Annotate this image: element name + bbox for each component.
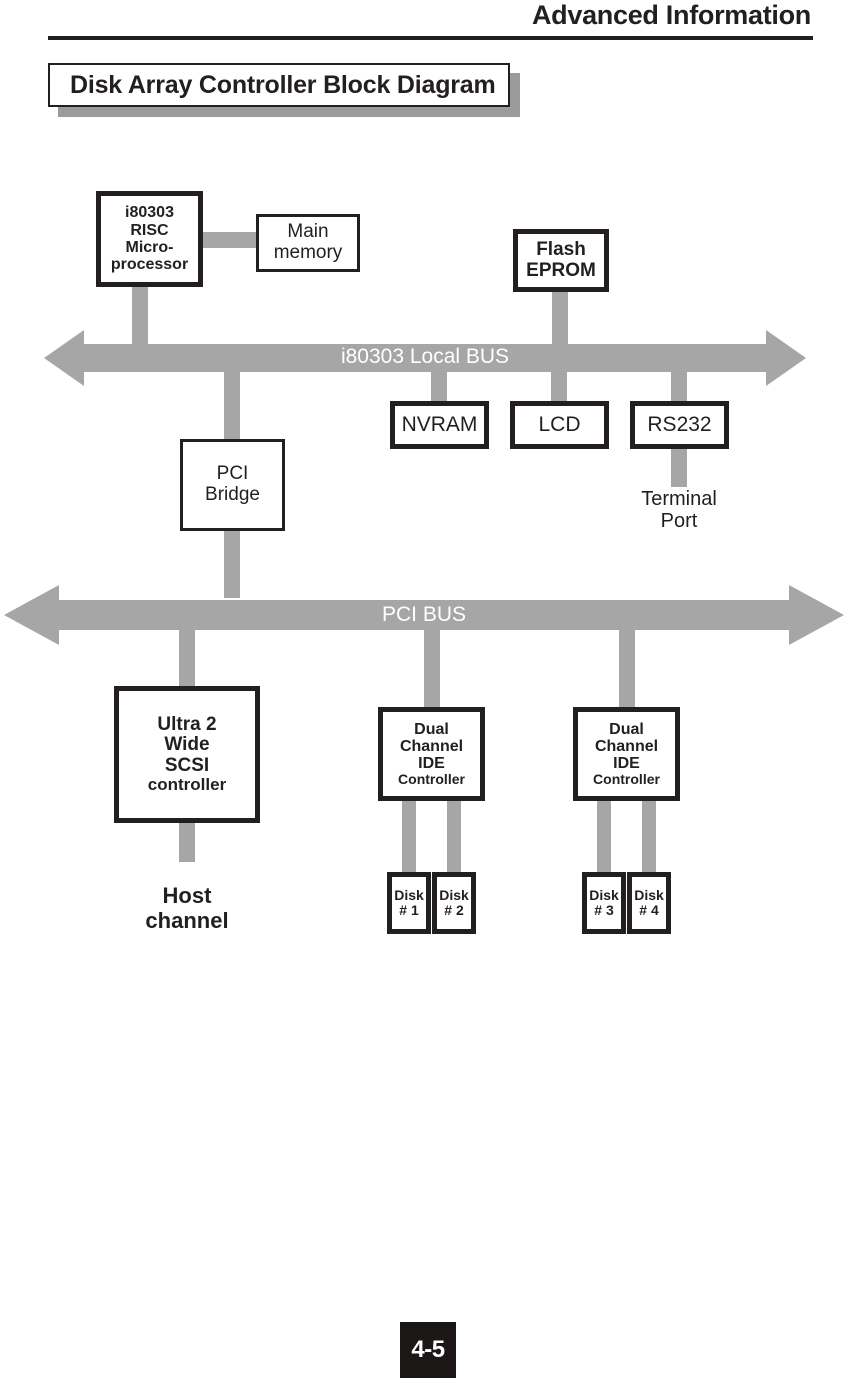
- connector-rs232-to-terminal-port: [671, 449, 687, 487]
- disk3-line-1: Disk: [589, 886, 619, 903]
- nvram-label: NVRAM: [401, 412, 478, 436]
- connector-scsi-controller-to-host-channel: [179, 822, 195, 862]
- disk1-line-2: # 1: [399, 902, 419, 918]
- label-host-channel: Host channel: [107, 883, 267, 933]
- block-main-memory[interactable]: Main memory: [256, 214, 360, 272]
- ide2-line-2: Channel: [594, 737, 659, 755]
- ide1-line-3: IDE: [418, 755, 445, 773]
- disk4-line-1: Disk: [634, 886, 664, 903]
- ide1-line-1: Dual: [414, 720, 449, 738]
- ide1-line-2: Channel: [399, 737, 464, 755]
- scsi-line-4: controller: [147, 775, 227, 795]
- header-divider-rule: [48, 36, 813, 40]
- cpu-line-4: processor: [110, 256, 189, 274]
- flash-eprom-line-2: EPROM: [526, 259, 596, 281]
- connector-ide-controller-1-to-disk-2: [447, 800, 461, 872]
- label-terminal-port: Terminal Port: [599, 488, 759, 533]
- rs232-label: RS232: [647, 412, 712, 436]
- block-pci-bridge[interactable]: PCI Bridge: [180, 439, 285, 531]
- scsi-line-2: Wide: [164, 734, 210, 756]
- block-flash-eprom[interactable]: Flash EPROM: [513, 229, 609, 292]
- page-canvas: Advanced Information Disk Array Controll…: [0, 0, 847, 1389]
- terminal-port-line-2: Port: [660, 510, 698, 533]
- scsi-line-1: Ultra 2: [157, 713, 217, 735]
- section-title-box: Disk Array Controller Block Diagram: [48, 63, 510, 107]
- terminal-port-line-1: Terminal: [641, 488, 717, 510]
- main-memory-line-2: memory: [273, 242, 343, 263]
- disk3-line-2: # 3: [594, 902, 614, 918]
- pci-bridge-line-1: PCI: [216, 463, 249, 485]
- cpu-line-1: i80303: [125, 204, 174, 222]
- pci-bus-label: PCI BUS: [381, 603, 467, 626]
- page-number-badge: 4-5: [400, 1322, 456, 1378]
- block-disk-4[interactable]: Disk # 4: [627, 872, 671, 934]
- cpu-line-2: RISC: [130, 221, 169, 239]
- page-header-title: Advanced Information: [531, 0, 811, 30]
- block-nvram[interactable]: NVRAM: [390, 401, 489, 449]
- ide2-line-4: Controller: [593, 771, 660, 788]
- disk4-line-2: # 4: [639, 902, 659, 918]
- flash-eprom-line-1: Flash: [536, 238, 586, 260]
- block-disk-3[interactable]: Disk # 3: [582, 872, 626, 934]
- connector-ide-controller-2-to-disk-4: [642, 800, 656, 872]
- block-disk-2[interactable]: Disk # 2: [432, 872, 476, 934]
- ide1-line-4: Controller: [398, 771, 465, 788]
- ide2-line-3: IDE: [613, 755, 640, 773]
- i80303-local-bus-label: i80303 Local BUS: [340, 345, 510, 368]
- host-channel-line-1: Host: [162, 883, 212, 908]
- host-channel-line-2: channel: [145, 907, 229, 933]
- block-dual-channel-ide-controller-1[interactable]: Dual Channel IDE Controller: [378, 707, 485, 801]
- lcd-label: LCD: [538, 412, 581, 436]
- connector-cpu-to-main-memory: [198, 232, 260, 248]
- main-memory-line-1: Main: [287, 221, 329, 243]
- block-dual-channel-ide-controller-2[interactable]: Dual Channel IDE Controller: [573, 707, 680, 801]
- pci-bridge-line-2: Bridge: [205, 484, 260, 505]
- block-lcd[interactable]: LCD: [510, 401, 609, 449]
- block-ultra2-wide-scsi-controller[interactable]: Ultra 2 Wide SCSI controller: [114, 686, 260, 823]
- disk1-line-1: Disk: [394, 886, 424, 903]
- cpu-line-3: Micro-: [125, 239, 174, 256]
- ide2-line-1: Dual: [609, 720, 644, 738]
- connector-ide-controller-2-to-disk-3: [597, 800, 611, 872]
- block-i80303-risc-microprocessor[interactable]: i80303 RISC Micro- processor: [96, 191, 203, 287]
- block-disk-1[interactable]: Disk # 1: [387, 872, 431, 934]
- connector-ide-controller-1-to-disk-1: [402, 800, 416, 872]
- scsi-line-3: SCSI: [164, 754, 210, 776]
- disk2-line-1: Disk: [439, 886, 469, 903]
- page-number-text: 4-5: [411, 1336, 445, 1363]
- disk2-line-2: # 2: [444, 902, 464, 918]
- block-rs232[interactable]: RS232: [630, 401, 729, 449]
- section-title-text: Disk Array Controller Block Diagram: [70, 70, 496, 99]
